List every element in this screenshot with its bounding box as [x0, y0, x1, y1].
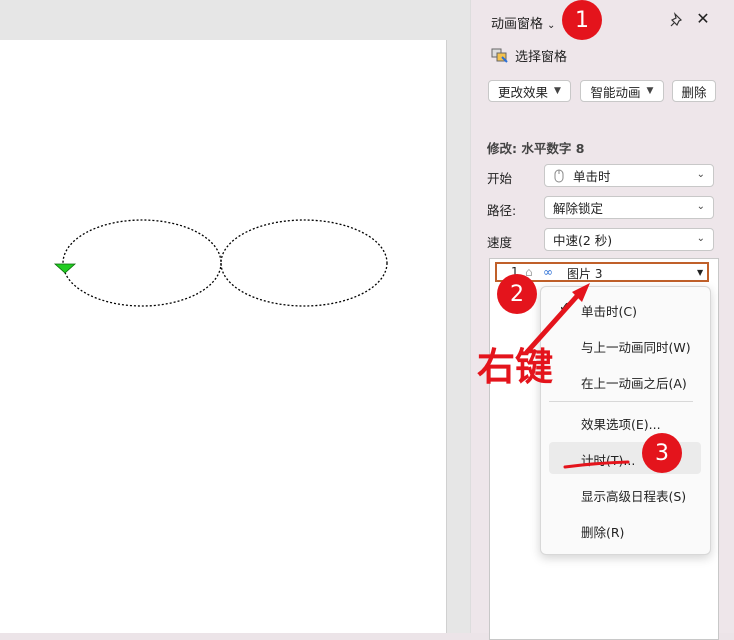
- step-badge-3: 3: [642, 433, 682, 473]
- step-badge-2: 2: [497, 274, 537, 314]
- right-click-annotation: 右键: [477, 345, 554, 389]
- step-badge-1: 1: [562, 0, 602, 40]
- annotation-layer: [524, 283, 630, 469]
